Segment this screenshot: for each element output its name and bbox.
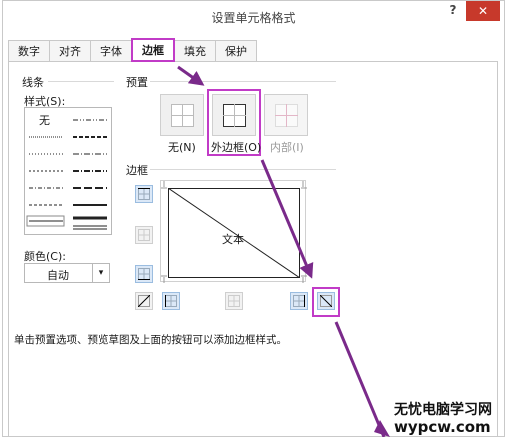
watermark-name: 无忧电脑学习网 bbox=[394, 402, 492, 418]
annotation-arrows bbox=[177, 65, 390, 437]
arrow-outline-to-diagonal bbox=[260, 159, 314, 279]
tab-border[interactable]: 边框 bbox=[131, 38, 175, 62]
watermark-url: wypcw.com bbox=[394, 418, 491, 436]
arrow-to-bottom bbox=[334, 321, 386, 437]
watermark: 无忧电脑学习网 wypcw.com bbox=[394, 402, 492, 436]
arrow-tab-to-outline bbox=[177, 65, 205, 86]
